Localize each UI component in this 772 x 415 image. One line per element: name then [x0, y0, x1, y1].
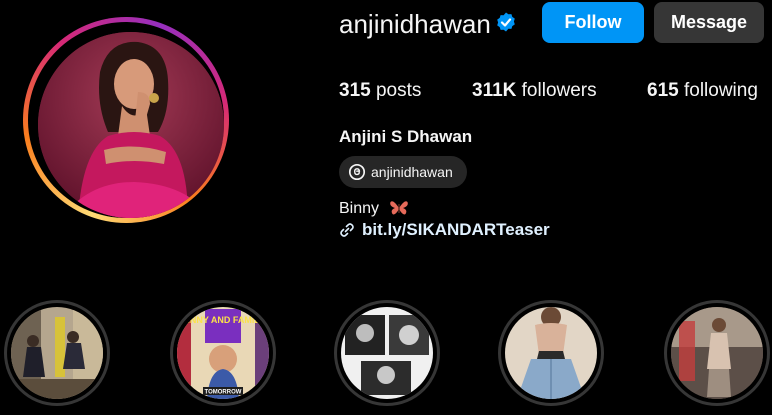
threads-icon [348, 163, 366, 181]
followers-label: followers [521, 80, 597, 101]
highlight-border [501, 303, 601, 403]
highlight-border [337, 303, 437, 403]
threads-handle: anjinidhawan [371, 164, 453, 180]
highlight-border [667, 303, 767, 403]
poster-title-top: BINNY AND FAMILY [181, 315, 265, 325]
highlight-thumbnail [341, 307, 433, 399]
followers-count: 311K [472, 80, 517, 101]
follow-button[interactable]: Follow [542, 2, 644, 43]
bio-text: Binny [339, 200, 380, 217]
highlight-thumbnail [11, 307, 103, 399]
highlight-thumbnail [505, 307, 597, 399]
following-label: following [683, 80, 758, 101]
message-button[interactable]: Message [654, 2, 764, 43]
avatar-gap [28, 22, 224, 218]
avatar-photo [38, 32, 224, 218]
highlight-denim[interactable] [498, 300, 604, 406]
highlight-border: BINNY AND FAMILY TOMORROW [173, 303, 273, 403]
posts-stat: 315 posts [339, 79, 421, 103]
butterfly-emoji-icon [390, 201, 408, 215]
highlight-binny-and-family[interactable]: BINNY AND FAMILY TOMORROW [170, 300, 276, 406]
profile-avatar-ring[interactable] [23, 17, 229, 223]
poster-tagline: TOMORROW [205, 390, 242, 396]
highlight-dance[interactable] [4, 300, 110, 406]
link-icon [340, 223, 354, 237]
highlight-thumbnail: BINNY AND FAMILY TOMORROW [177, 307, 269, 399]
highlight-bw-photos[interactable] [334, 300, 440, 406]
following-stat[interactable]: 615 following [647, 79, 758, 103]
posts-count: 315 [339, 80, 371, 101]
profile-full-name: Anjini S Dhawan [339, 127, 473, 146]
threads-badge[interactable]: anjinidhawan [339, 156, 467, 188]
following-count: 615 [647, 80, 679, 101]
posts-label: posts [375, 80, 422, 101]
profile-username: anjinidhawan [339, 9, 491, 39]
bio-link[interactable]: bit.ly/SIKANDARTeaser [362, 220, 550, 240]
followers-stat[interactable]: 311K followers [472, 79, 597, 103]
highlight-border [7, 303, 107, 403]
highlight-travel[interactable] [664, 300, 770, 406]
highlight-thumbnail [671, 307, 763, 399]
avatar[interactable] [38, 32, 224, 218]
verified-badge-icon [497, 12, 515, 32]
